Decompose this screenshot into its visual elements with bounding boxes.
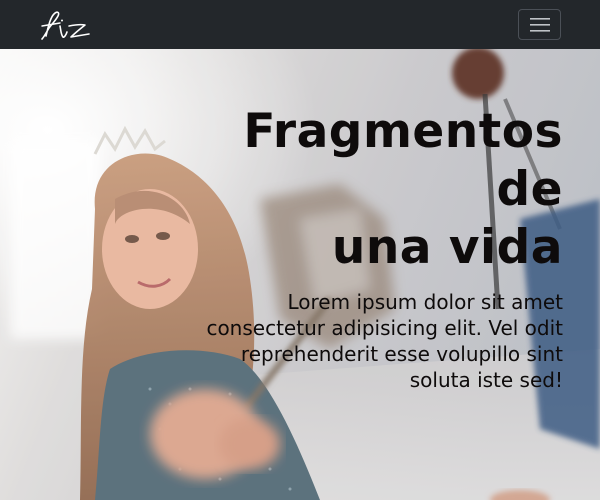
hamburger-menu-icon (530, 18, 550, 32)
hero-title: Fragmentos de una vida (203, 103, 563, 277)
hero-description: Lorem ipsum dolor sit amet consectetur a… (206, 290, 563, 392)
hero-title-line: Fragmentos (243, 104, 563, 159)
hero-text-block: Fragmentos de una vida Lorem ipsum dolor… (203, 103, 563, 393)
hero-section: Fragmentos de una vida Lorem ipsum dolor… (0, 49, 600, 500)
hero-title-line: de (496, 162, 563, 217)
brand-logo-script-icon (41, 11, 90, 40)
navbar (0, 0, 600, 49)
navbar-toggler-button[interactable] (518, 9, 561, 40)
hero-title-line: una vida (331, 220, 563, 275)
brand-logo[interactable] (36, 6, 96, 44)
